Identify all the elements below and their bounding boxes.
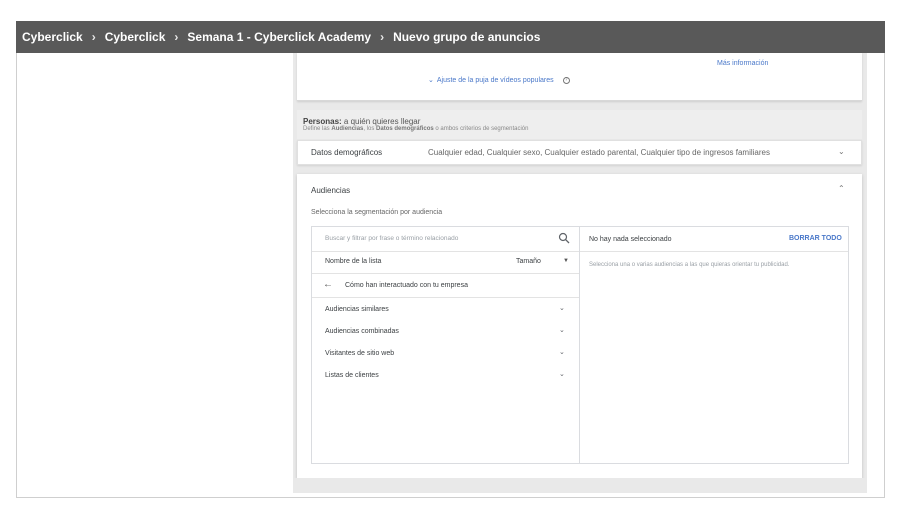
list-item-website-visitors[interactable]: Visitantes de sitio web bbox=[325, 350, 394, 357]
breadcrumb-item-week[interactable]: Semana 1 - Cyberclick Academy bbox=[187, 30, 371, 44]
breadcrumb-item-adgroup: Nuevo grupo de anuncios bbox=[393, 30, 541, 44]
clear-all-button[interactable]: BORRAR TODO bbox=[789, 235, 842, 242]
back-category-label[interactable]: Cómo han interactuado con tu empresa bbox=[345, 282, 468, 289]
list-item-customer-lists[interactable]: Listas de clientes bbox=[325, 372, 379, 379]
selection-hint: Selecciona una o varias audiencias a las… bbox=[589, 262, 790, 268]
chevron-right-icon: › bbox=[174, 30, 179, 44]
bid-settings-card bbox=[297, 53, 862, 101]
divider bbox=[580, 251, 848, 252]
demographics-value: Cualquier edad, Cualquier sexo, Cualquie… bbox=[428, 148, 770, 157]
popular-video-bid-toggle[interactable]: ⌄ Ajuste de la puja de vídeos populares … bbox=[428, 76, 570, 84]
list-item-combined-audiences[interactable]: Audiencias combinadas bbox=[325, 328, 399, 335]
panel-divider bbox=[579, 226, 580, 464]
divider bbox=[312, 273, 579, 274]
chevron-down-icon[interactable]: ⌄ bbox=[559, 326, 565, 334]
breadcrumb-item-campaign[interactable]: Cyberclick bbox=[105, 30, 166, 44]
more-info-link[interactable]: Más información bbox=[717, 60, 768, 67]
divider bbox=[312, 251, 579, 252]
personas-sub-bold: Audiencias bbox=[331, 126, 364, 132]
chevron-down-icon[interactable]: ⌄ bbox=[559, 348, 565, 356]
chevron-right-icon: › bbox=[91, 30, 96, 44]
chevron-right-icon: › bbox=[380, 30, 385, 44]
caret-down-icon[interactable]: ▼ bbox=[563, 258, 569, 264]
divider bbox=[312, 297, 579, 298]
personas-title-bold: Personas: bbox=[303, 117, 342, 126]
chevron-down-icon[interactable]: ⌄ bbox=[559, 304, 565, 312]
personas-sub-bold: Datos demográficos bbox=[376, 126, 434, 132]
personas-subtitle: Define las Audiencias, los Datos demográ… bbox=[303, 126, 528, 132]
search-icon[interactable] bbox=[558, 232, 570, 244]
arrow-back-icon[interactable]: ← bbox=[323, 279, 333, 290]
chevron-down-icon[interactable]: ⌄ bbox=[559, 370, 565, 378]
audiences-subtitle: Selecciona la segmentación por audiencia bbox=[311, 209, 443, 216]
column-header-size[interactable]: Tamaño bbox=[516, 258, 541, 265]
popular-video-bid-label: Ajuste de la puja de vídeos populares bbox=[436, 76, 554, 84]
demographics-label: Datos demográficos bbox=[311, 148, 383, 157]
help-icon[interactable]: ? bbox=[562, 76, 570, 84]
breadcrumb: Cyberclick › Cyberclick › Semana 1 - Cyb… bbox=[16, 21, 885, 53]
list-item-similar-audiences[interactable]: Audiencias similares bbox=[325, 306, 389, 313]
chevron-up-icon[interactable]: ⌃ bbox=[838, 184, 845, 193]
chevron-down-icon: ⌄ bbox=[428, 77, 434, 84]
nothing-selected-label: No hay nada seleccionado bbox=[589, 236, 672, 243]
audience-search-input[interactable]: Buscar y filtrar por frase o término rel… bbox=[325, 235, 458, 242]
column-header-list-name[interactable]: Nombre de la lista bbox=[325, 258, 381, 265]
personas-sub-text: , los bbox=[363, 126, 377, 132]
personas-sub-text: o ambos criterios de segmentación bbox=[433, 126, 529, 132]
chevron-down-icon[interactable]: ⌄ bbox=[838, 147, 845, 156]
content-footer bbox=[293, 478, 867, 493]
audiences-title: Audiencias bbox=[311, 186, 351, 195]
personas-title: Personas: a quién quieres llegar bbox=[303, 117, 420, 126]
breadcrumb-item-account[interactable]: Cyberclick bbox=[22, 30, 83, 44]
personas-sub-text: Define las bbox=[303, 126, 332, 132]
personas-title-rest: a quién quieres llegar bbox=[341, 117, 421, 126]
